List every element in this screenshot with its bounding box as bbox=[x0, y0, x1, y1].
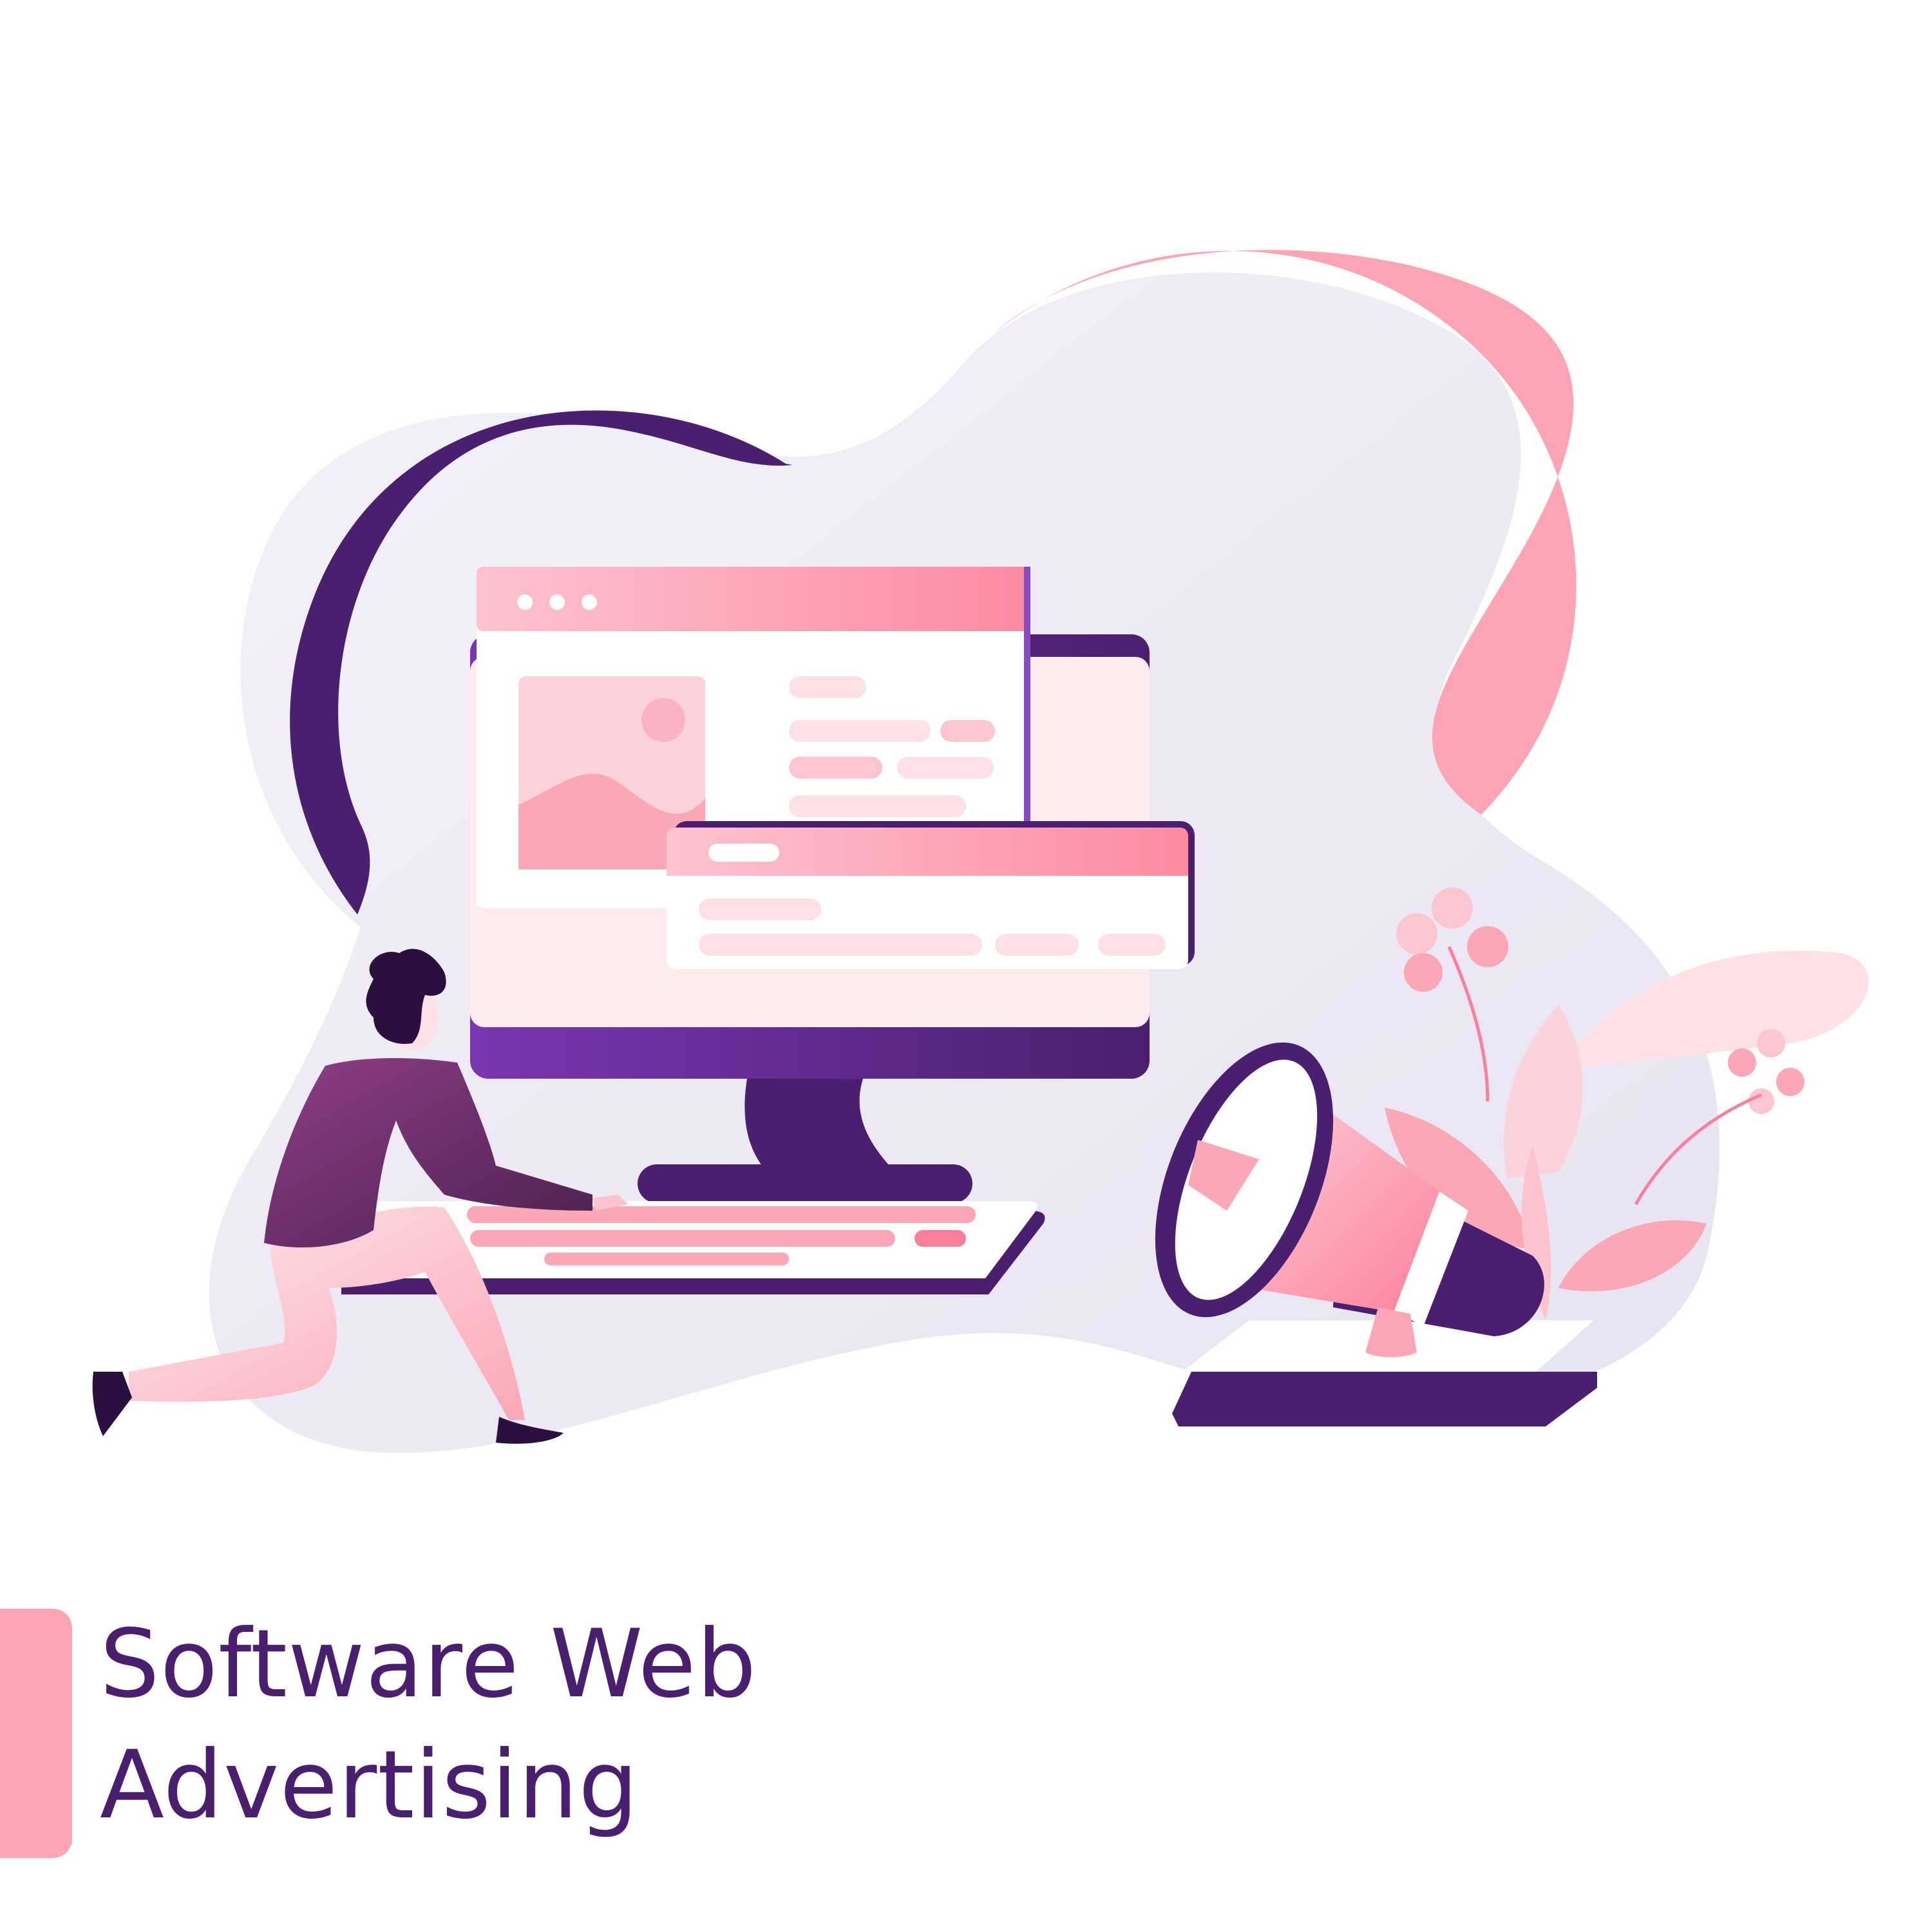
title-block: Software Web Advertising bbox=[0, 1604, 966, 1868]
title-accent-bar bbox=[0, 1609, 72, 1858]
browser-window-icon bbox=[667, 821, 1195, 969]
illustration bbox=[92, 250, 1869, 1454]
title-line-1: Software Web bbox=[100, 1609, 757, 1719]
page-title: Software Web Advertising bbox=[100, 1604, 757, 1846]
title-line-2: Advertising bbox=[100, 1730, 639, 1840]
